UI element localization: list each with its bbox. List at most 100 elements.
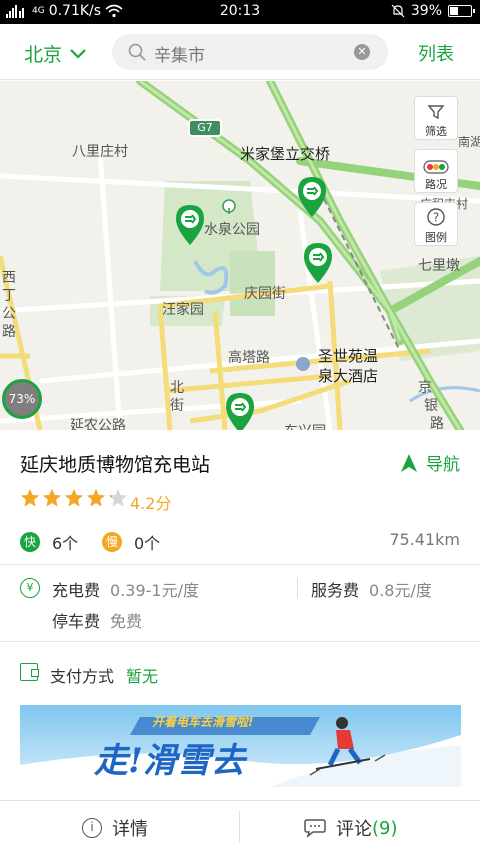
banner-title: 走!滑雪去 bbox=[94, 741, 245, 781]
chevron-down-icon bbox=[70, 48, 86, 59]
map-base bbox=[0, 81, 480, 430]
comments-count: (9) bbox=[372, 817, 398, 839]
tab-separator bbox=[239, 811, 240, 843]
map-label: 银 bbox=[424, 398, 438, 414]
search-text: 辛集市 bbox=[154, 46, 205, 66]
slow-chargers: 慢 0个 bbox=[102, 530, 160, 554]
charging-station-pin-selected[interactable] bbox=[226, 393, 254, 430]
map-label: 圣世苑温 bbox=[318, 347, 379, 365]
battery-icon bbox=[448, 5, 475, 17]
filter-button[interactable]: 筛选 bbox=[414, 96, 458, 140]
fast-badge: 快 bbox=[20, 532, 40, 552]
map-label: 街 bbox=[170, 398, 184, 414]
clear-search-icon[interactable]: ✕ bbox=[354, 44, 370, 60]
map-label: 北 bbox=[170, 380, 184, 396]
service-fee-value: 0.8元/度 bbox=[369, 581, 432, 600]
map-label: 东兴园 bbox=[284, 421, 326, 430]
navigate-button[interactable]: 导航 bbox=[400, 450, 460, 475]
fast-chargers: 快 6个 bbox=[20, 530, 78, 554]
info-icon: i bbox=[82, 818, 102, 838]
search-input[interactable]: 辛集市 ✕ bbox=[112, 34, 388, 70]
rating-stars bbox=[20, 488, 128, 508]
payment-value: 暂无 bbox=[126, 667, 159, 686]
map-label: 丁 bbox=[2, 288, 16, 304]
map-label: 京 bbox=[418, 380, 432, 396]
charging-station-pin[interactable] bbox=[298, 177, 326, 217]
payment-label: 支付方式 bbox=[50, 667, 115, 686]
map-label: 七里墩 bbox=[418, 258, 460, 274]
tab-comments[interactable]: 评论 (9) bbox=[304, 815, 398, 841]
bottom-tab-bar: i 详情 评论 (9) bbox=[0, 800, 480, 853]
star-icon bbox=[109, 489, 127, 507]
charge-fee-label: 充电费 bbox=[52, 581, 101, 600]
map-label: 米家堡立交桥 bbox=[240, 145, 331, 163]
battery-fill bbox=[450, 7, 458, 15]
help-icon: ? bbox=[427, 208, 445, 226]
charging-station-pin[interactable] bbox=[176, 205, 204, 245]
map-label: 水泉公园 bbox=[204, 222, 260, 238]
parking-fee-label: 停车费 bbox=[52, 612, 101, 631]
list-view-button[interactable]: 列表 bbox=[418, 40, 454, 66]
parking-fee-value: 免费 bbox=[110, 612, 143, 631]
ski-ad-banner[interactable]: 开着电车去滑雪啦! 走!滑雪去 bbox=[20, 705, 461, 787]
map-label: 泉大酒店 bbox=[318, 367, 379, 385]
charge-fee-value: 0.39-1元/度 bbox=[110, 581, 199, 600]
parking-fee: 停车费 免费 bbox=[52, 608, 142, 632]
status-right: 39% bbox=[391, 3, 475, 19]
highway-label: G7 bbox=[197, 121, 213, 134]
map-label: 路 bbox=[430, 416, 444, 430]
fast-count: 6个 bbox=[52, 534, 79, 553]
map-label: 汪家园 bbox=[162, 302, 204, 318]
map-label: 南湖 bbox=[458, 135, 480, 149]
divider bbox=[0, 641, 480, 642]
service-fee: 服务费 0.8元/度 bbox=[311, 577, 432, 601]
comment-icon bbox=[304, 819, 326, 838]
tab-comments-label: 评论 bbox=[336, 819, 372, 840]
legend-button[interactable]: ? 图例 bbox=[414, 202, 458, 246]
status-bar: 4G 0.71K/s 20:13 39% bbox=[0, 0, 480, 24]
banner-tagline: 开着电车去滑雪啦! bbox=[152, 715, 254, 729]
highway-shield: G7 bbox=[188, 119, 222, 137]
map-label: 路 bbox=[2, 324, 16, 340]
svg-text:?: ? bbox=[433, 211, 439, 225]
city-label: 北京 bbox=[24, 44, 63, 66]
map-label: 公 bbox=[2, 306, 16, 322]
map-view[interactable]: G7 八里庄村 米家堡立交桥 水泉公园 汪家园 庆园街 高塔路 圣世苑温 泉大酒… bbox=[0, 81, 480, 430]
top-bar: 北京 辛集市 ✕ 列表 bbox=[0, 24, 480, 80]
traffic-light-icon bbox=[423, 160, 449, 174]
divider bbox=[0, 564, 480, 565]
map-label: 高塔路 bbox=[228, 350, 270, 366]
star-icon bbox=[21, 489, 39, 507]
navigation-arrow-icon bbox=[401, 453, 417, 472]
star-icon bbox=[87, 489, 105, 507]
star-icon bbox=[65, 489, 83, 507]
map-label: 庆园街 bbox=[244, 286, 286, 302]
currency-icon: ¥ bbox=[20, 578, 40, 598]
tab-details-label: 详情 bbox=[112, 819, 148, 840]
mute-bell-icon bbox=[391, 4, 405, 18]
map-label: 西 bbox=[2, 270, 16, 286]
tab-details[interactable]: i 详情 bbox=[82, 815, 148, 841]
distance: 75.41km bbox=[389, 530, 460, 549]
slow-badge: 慢 bbox=[102, 532, 122, 552]
service-fee-label: 服务费 bbox=[311, 581, 360, 600]
traffic-button[interactable]: 路况 bbox=[414, 149, 458, 193]
wallet-icon bbox=[20, 663, 39, 681]
map-label: 延农公路 bbox=[70, 418, 126, 430]
charging-station-pin[interactable] bbox=[304, 243, 332, 283]
filter-label: 筛选 bbox=[425, 125, 447, 138]
battery-percent: 39% bbox=[410, 3, 442, 19]
payment-method: 支付方式 暂无 bbox=[50, 663, 158, 687]
star-icon bbox=[43, 489, 61, 507]
fee-separator bbox=[297, 578, 298, 598]
legend-label: 图例 bbox=[425, 231, 447, 244]
station-name: 延庆地质博物馆充电站 bbox=[20, 454, 211, 476]
traffic-label: 路况 bbox=[425, 178, 447, 191]
city-selector[interactable]: 北京 bbox=[24, 40, 86, 67]
search-icon bbox=[128, 43, 146, 61]
slow-count: 0个 bbox=[134, 534, 161, 553]
charge-fee: 充电费 0.39-1元/度 bbox=[52, 577, 199, 601]
map-label: 八里庄村 bbox=[72, 144, 128, 160]
progress-indicator: 73% bbox=[2, 379, 42, 419]
rating-label: 4.2分 bbox=[130, 494, 172, 513]
